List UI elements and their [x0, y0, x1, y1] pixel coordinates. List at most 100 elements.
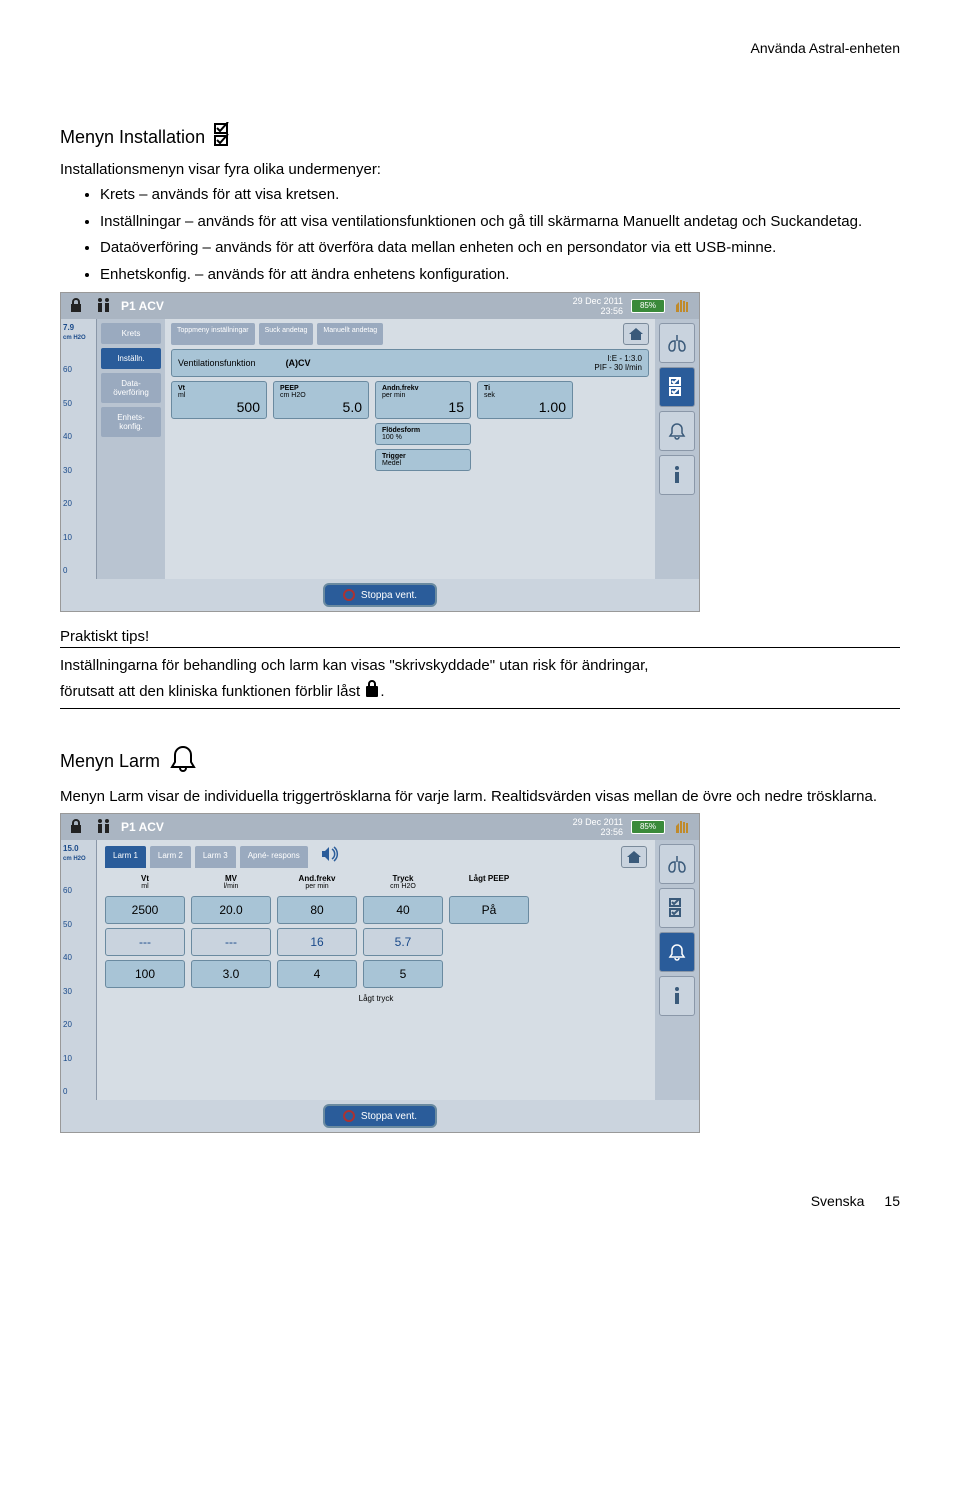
- sidenav-enhetskonfig[interactable]: Enhets- konfig.: [101, 407, 161, 437]
- hand-icon: [673, 297, 691, 316]
- larm-row-lower: 100 3.0 4 5: [105, 960, 647, 988]
- section-installation-bullets: Krets – används för att visa kretsen. In…: [60, 184, 900, 286]
- bullet-installningar: Inställningar – används för att visa ven…: [100, 211, 900, 234]
- pressure-scale: 7.9cm H2O 60 50 40 30 20 10 0: [61, 319, 97, 579]
- cell-af-cur: 16: [277, 928, 357, 956]
- cell-tryck-hi[interactable]: 40: [363, 896, 443, 924]
- param-andnfrekv[interactable]: Andn.frekvper min15: [375, 381, 471, 419]
- rnav-info-icon[interactable]: [659, 455, 695, 495]
- tab-apne[interactable]: Apné- respons: [240, 846, 308, 868]
- bell-icon: [168, 743, 198, 780]
- lagt-tryck-caption: Lågt tryck: [105, 994, 647, 1003]
- stop-icon: [343, 589, 355, 601]
- larm-row-upper: 2500 20.0 80 40 På: [105, 896, 647, 924]
- content-area: Toppmeny inställningar Suck andetag Manu…: [165, 319, 655, 579]
- param-vt[interactable]: Vtml500: [171, 381, 267, 419]
- section-larm-title: Menyn Larm: [60, 743, 198, 780]
- sidenav-installn[interactable]: Inställn.: [101, 348, 161, 369]
- section-installation-label: Menyn Installation: [60, 127, 205, 148]
- cell-tryck-lo[interactable]: 5: [363, 960, 443, 988]
- hand-icon: [673, 818, 691, 837]
- param-flodesform[interactable]: Flödesform100 %: [375, 423, 471, 445]
- cell-mv-lo[interactable]: 3.0: [191, 960, 271, 988]
- cell-vt-hi[interactable]: 2500: [105, 896, 185, 924]
- right-nav: [655, 840, 699, 1100]
- section-larm-body: Menyn Larm visar de individuella trigger…: [60, 786, 900, 807]
- tab-larm1[interactable]: Larm 1: [105, 846, 146, 868]
- section-installation-intro: Installationsmenyn visar fyra olika unde…: [60, 159, 900, 180]
- chip-manuellt[interactable]: Manuellt andetag: [317, 323, 383, 345]
- program-label: P1 ACV: [121, 820, 164, 834]
- param-ti[interactable]: Tisek1.00: [477, 381, 573, 419]
- cell-af-lo[interactable]: 4: [277, 960, 357, 988]
- home-icon: [628, 327, 644, 341]
- tab-larm3[interactable]: Larm 3: [195, 846, 236, 868]
- section-installation-title: Menyn Installation: [60, 122, 235, 153]
- param-peep[interactable]: PEEPcm H2O5.0: [273, 381, 369, 419]
- chip-suck[interactable]: Suck andetag: [259, 323, 314, 345]
- hdr-mv: MVl/min: [191, 874, 271, 890]
- speaker-icon[interactable]: [320, 846, 340, 868]
- check-double-icon: [213, 122, 235, 153]
- bullet-enhetskonfig: Enhetskonfig. – används för att ändra en…: [100, 264, 900, 287]
- section-larm-label: Menyn Larm: [60, 751, 160, 772]
- cell-vt-cur: ---: [105, 928, 185, 956]
- patient-icon: [95, 818, 113, 837]
- battery-icon: 85%: [631, 820, 665, 834]
- page-footer: Svenska 15: [60, 1193, 900, 1209]
- stop-vent-button[interactable]: Stoppa vent.: [323, 1104, 437, 1128]
- ventilation-function[interactable]: Ventilationsfunktion (A)CV I:E - 1:3.0PI…: [171, 349, 649, 377]
- cell-af-hi[interactable]: 80: [277, 896, 357, 924]
- bottom-bar: Stoppa vent.: [61, 1100, 699, 1132]
- ie-pif: I:E - 1:3.0PIF - 30 l/min: [594, 354, 642, 372]
- home-button[interactable]: [623, 323, 649, 345]
- content-area: Larm 1 Larm 2 Larm 3 Apné- respons Vtml …: [97, 840, 655, 1100]
- param-row: Vtml500 PEEPcm H2O5.0 Andn.frekvper min1…: [171, 381, 649, 419]
- hdr-andfrekv: And.frekvper min: [277, 874, 357, 890]
- datetime: 29 Dec 201123:56: [573, 817, 623, 837]
- cell-mv-hi[interactable]: 20.0: [191, 896, 271, 924]
- cell-vt-lo[interactable]: 100: [105, 960, 185, 988]
- rnav-info-icon[interactable]: [659, 976, 695, 1016]
- lock-icon: [69, 818, 87, 837]
- page-header: Använda Astral-enheten: [60, 40, 900, 56]
- scale-current: 15.0cm H2O: [63, 844, 94, 862]
- tip-title: Praktiskt tips!: [60, 628, 900, 645]
- sidenav-krets[interactable]: Krets: [101, 323, 161, 344]
- hdr-lagtpeep: Lågt PEEP: [449, 874, 529, 890]
- lock-icon: [69, 297, 87, 316]
- cell-lagtpeep[interactable]: På: [449, 896, 529, 924]
- pressure-scale: 15.0cm H2O 60 50 40 30 20 10 0: [61, 840, 97, 1100]
- cell-mv-cur: ---: [191, 928, 271, 956]
- footer-page: 15: [884, 1193, 900, 1209]
- rnav-lungs-icon[interactable]: [659, 323, 695, 363]
- tab-larm2[interactable]: Larm 2: [150, 846, 191, 868]
- home-button[interactable]: [621, 846, 647, 868]
- vfunc-label: Ventilationsfunktion: [178, 358, 256, 368]
- scale-current: 7.9cm H2O: [63, 323, 94, 341]
- rnav-settings-icon[interactable]: [659, 367, 695, 407]
- device-screenshot-2: P1 ACV 29 Dec 201123:56 85% 15.0cm H2O 6…: [60, 813, 700, 1133]
- bullet-krets: Krets – används för att visa kretsen.: [100, 184, 900, 207]
- bottom-bar: Stoppa vent.: [61, 579, 699, 611]
- rnav-alarm-icon[interactable]: [659, 411, 695, 451]
- larm-row-current: --- --- 16 5.7: [105, 928, 647, 956]
- device-screenshot-1: P1 ACV 29 Dec 201123:56 85% 7.9cm H2O 60…: [60, 292, 700, 612]
- rnav-settings-icon[interactable]: [659, 888, 695, 928]
- top-chips: Toppmeny inställningar Suck andetag Manu…: [171, 323, 649, 345]
- right-nav: [655, 319, 699, 579]
- param-trigger[interactable]: TriggerMedel: [375, 449, 471, 471]
- datetime: 29 Dec 201123:56: [573, 296, 623, 316]
- chip-toppmeny[interactable]: Toppmeny inställningar: [171, 323, 255, 345]
- cell-tryck-cur: 5.7: [363, 928, 443, 956]
- rnav-alarm-icon[interactable]: [659, 932, 695, 972]
- stop-vent-button[interactable]: Stoppa vent.: [323, 583, 437, 607]
- larm-tabs: Larm 1 Larm 2 Larm 3 Apné- respons: [105, 846, 647, 868]
- divider: [60, 647, 900, 648]
- stop-icon: [343, 1110, 355, 1122]
- rnav-lungs-icon[interactable]: [659, 844, 695, 884]
- hdr-vt: Vtml: [105, 874, 185, 890]
- sidenav: Krets Inställn. Data- överföring Enhets-…: [97, 319, 165, 579]
- home-icon: [626, 850, 642, 864]
- sidenav-dataoverforing[interactable]: Data- överföring: [101, 373, 161, 403]
